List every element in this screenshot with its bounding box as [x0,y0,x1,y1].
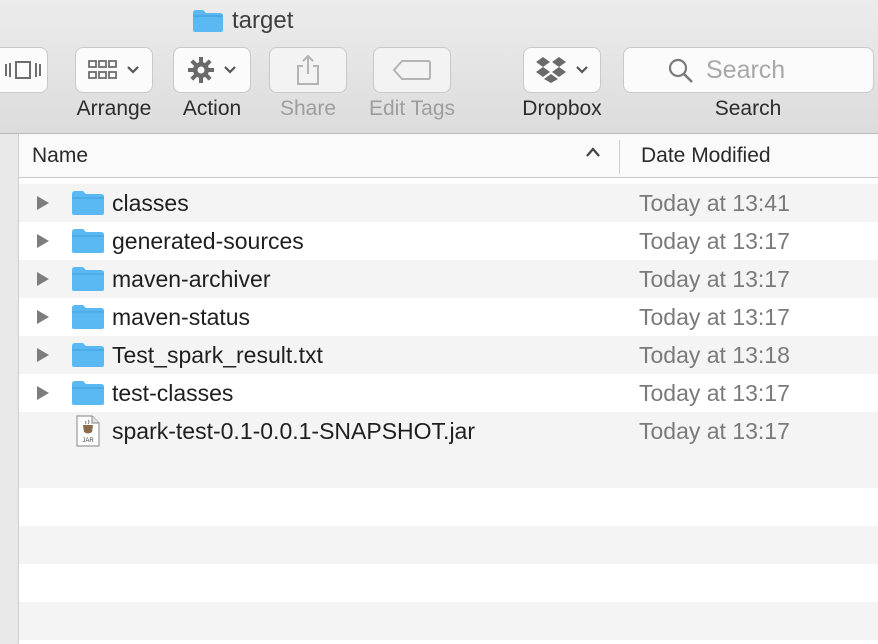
folder-icon [72,305,104,329]
folder-icon [72,267,104,291]
file-name: generated-sources [112,228,304,254]
edit-tags-button[interactable] [373,47,451,93]
folder-icon [72,381,104,405]
cover-flow-icon [5,61,41,79]
empty-row [19,450,878,488]
list-item[interactable]: Test_spark_result.txt Today at 13:18 [19,336,878,374]
empty-row [19,488,878,526]
column-header-date-modified[interactable]: Date Modified [641,144,771,168]
column-header-name[interactable]: Name [32,144,88,168]
column-header: Name Date Modified [19,134,878,178]
folder-icon [72,343,104,367]
file-date: Today at 13:41 [639,190,790,216]
list-item[interactable]: JAR spark-test-0.1-0.0.1-SNAPSHOT.jar To… [19,412,878,450]
arrange-button[interactable] [75,47,153,93]
action-button[interactable] [173,47,251,93]
dropbox-icon [536,57,566,83]
empty-list-area [19,450,878,640]
dropbox-button[interactable] [523,47,601,93]
svg-text:JAR: JAR [82,438,94,444]
list-item[interactable]: classes Today at 13:41 [19,184,878,222]
search-label: Search [714,97,782,120]
share-button[interactable] [269,47,347,93]
file-name: test-classes [112,380,234,406]
file-date: Today at 13:17 [639,228,790,254]
edit-tags-label: Edit Tags [369,97,455,120]
disclosure-triangle-icon[interactable] [36,195,50,211]
arrange-label: Arrange [76,97,152,120]
folder-icon [72,191,104,215]
disclosure-triangle-icon[interactable] [36,385,50,401]
disclosure-triangle-icon[interactable] [36,347,50,363]
disclosure-triangle-icon[interactable] [36,309,50,325]
folder-icon [193,10,223,32]
empty-row [19,602,878,640]
dropbox-label: Dropbox [522,97,602,120]
file-date: Today at 13:17 [639,380,790,406]
grid-icon [88,60,117,79]
file-date: Today at 13:17 [639,418,790,444]
file-name: maven-archiver [112,266,271,292]
list-item[interactable]: maven-archiver Today at 13:17 [19,260,878,298]
file-list: classes Today at 13:41 generated-sources… [19,184,878,450]
search-icon [668,58,693,83]
file-name: classes [112,190,189,216]
chevron-down-icon [224,66,236,74]
sidebar-edge [0,134,19,644]
chevron-down-icon [576,66,588,74]
chevron-down-icon [127,66,139,74]
share-label: Share [279,97,337,120]
sort-ascending-icon[interactable] [585,146,601,158]
window-title-text: target [232,7,294,34]
list-item[interactable]: test-classes Today at 13:17 [19,374,878,412]
list-item[interactable]: maven-status Today at 13:17 [19,298,878,336]
finder-toolbar: target Arrange Action Share Edit Tags Dr… [0,0,878,134]
window-title: target [192,7,293,35]
folder-icon [72,229,104,253]
file-date: Today at 13:18 [639,342,790,368]
tag-icon [392,60,431,80]
jar-file-icon: JAR [76,415,100,447]
action-label: Action [182,97,242,120]
search-placeholder: Search [706,55,786,84]
empty-row [19,564,878,602]
file-name: maven-status [112,304,251,330]
cover-flow-view-button[interactable] [0,47,48,93]
file-name: spark-test-0.1-0.0.1-SNAPSHOT.jar [112,418,476,444]
share-icon [297,54,319,85]
gear-icon [188,57,214,83]
column-divider[interactable] [619,140,620,174]
file-date: Today at 13:17 [639,266,790,292]
file-name: Test_spark_result.txt [112,342,323,368]
disclosure-triangle-icon[interactable] [36,233,50,249]
disclosure-triangle-icon[interactable] [36,271,50,287]
search-input[interactable]: Search [623,47,874,93]
list-item[interactable]: generated-sources Today at 13:17 [19,222,878,260]
file-date: Today at 13:17 [639,304,790,330]
empty-row [19,526,878,564]
